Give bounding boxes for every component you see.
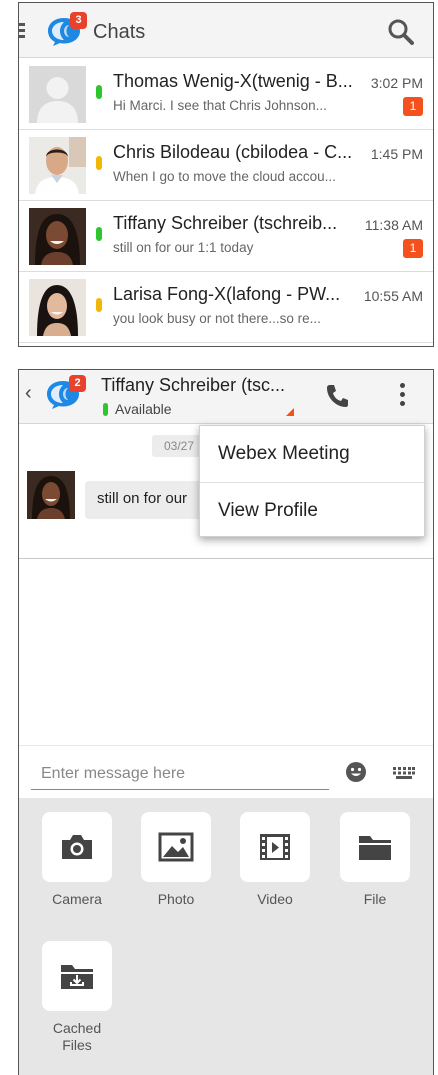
divider bbox=[19, 558, 433, 559]
notification-badge: 2 bbox=[69, 375, 86, 392]
chat-list: Thomas Wenig-X(twenig - B... Hi Marci. I… bbox=[19, 59, 433, 343]
contact-status: Available bbox=[115, 401, 172, 417]
chats-header: 3 Chats bbox=[19, 3, 433, 58]
conversation-screen: ‹ 2 Tiffany Schreiber (tsc... Available … bbox=[18, 369, 434, 1075]
attachment-panel: Camera Photo Video File Cached Files bbox=[19, 798, 433, 1075]
page-title: Chats bbox=[93, 21, 146, 43]
chat-time: 3:02 PM bbox=[370, 75, 423, 91]
avatar-placeholder bbox=[29, 66, 86, 123]
overflow-dropdown-menu: Webex Meeting View Profile bbox=[199, 425, 425, 537]
avatar-photo bbox=[29, 137, 86, 194]
overflow-menu-icon[interactable] bbox=[397, 383, 407, 411]
chat-preview: Hi Marci. I see that Chris Johnson... bbox=[113, 98, 327, 113]
video-icon bbox=[240, 812, 310, 882]
chat-row-tiffany[interactable]: Tiffany Schreiber (tschreib... still on … bbox=[19, 201, 433, 272]
notification-badge: 3 bbox=[70, 12, 87, 29]
attach-photo-button[interactable]: Photo bbox=[140, 812, 212, 908]
attach-video-button[interactable]: Video bbox=[239, 812, 311, 908]
message-composer bbox=[19, 745, 433, 798]
presence-indicator bbox=[96, 156, 102, 170]
unread-badge: 1 bbox=[403, 97, 423, 116]
attach-label: File bbox=[363, 891, 387, 907]
chat-name: Thomas Wenig-X(twenig - B... bbox=[113, 71, 353, 91]
back-chevron-icon[interactable]: ‹ bbox=[25, 382, 32, 405]
attach-cached-files-button[interactable]: Cached Files bbox=[41, 941, 113, 1054]
chat-preview: When I go to move the cloud accou... bbox=[113, 169, 336, 184]
avatar-photo bbox=[27, 471, 75, 519]
chat-preview: you look busy or not there...so re... bbox=[113, 311, 321, 326]
attach-label: Camera bbox=[52, 891, 102, 907]
phone-icon[interactable] bbox=[325, 383, 349, 409]
message-input[interactable] bbox=[31, 758, 329, 790]
conversation-header: ‹ 2 Tiffany Schreiber (tsc... Available bbox=[19, 370, 433, 424]
app-logo-icon: 3 bbox=[47, 12, 87, 46]
menu-item-webex-meeting[interactable]: Webex Meeting bbox=[200, 426, 424, 482]
avatar-photo bbox=[29, 279, 86, 336]
corner-indicator bbox=[286, 408, 294, 416]
chat-time: 11:38 AM bbox=[364, 217, 423, 233]
search-icon[interactable] bbox=[387, 18, 415, 46]
attach-camera-button[interactable]: Camera bbox=[41, 812, 113, 908]
photo-icon bbox=[141, 812, 211, 882]
unread-badge: 1 bbox=[403, 239, 423, 258]
presence-indicator bbox=[96, 85, 102, 99]
chat-row-thomas[interactable]: Thomas Wenig-X(twenig - B... Hi Marci. I… bbox=[19, 59, 433, 130]
chat-row-chris[interactable]: Chris Bilodeau (cbilodea - C... When I g… bbox=[19, 130, 433, 201]
presence-indicator bbox=[103, 403, 108, 416]
camera-icon bbox=[42, 812, 112, 882]
app-logo-icon: 2 bbox=[46, 375, 86, 409]
chat-row-larisa[interactable]: Larisa Fong-X(lafong - PW... you look bu… bbox=[19, 272, 433, 343]
attach-label: Cached Files bbox=[52, 1020, 102, 1053]
attach-label: Video bbox=[257, 891, 293, 907]
keyboard-icon[interactable] bbox=[393, 766, 415, 779]
attach-label: Photo bbox=[157, 891, 195, 907]
chat-name: Larisa Fong-X(lafong - PW... bbox=[113, 284, 341, 304]
attach-file-button[interactable]: File bbox=[339, 812, 411, 908]
menu-item-view-profile[interactable]: View Profile bbox=[200, 482, 424, 538]
menu-icon[interactable] bbox=[19, 23, 29, 39]
chat-name: Chris Bilodeau (cbilodea - C... bbox=[113, 142, 353, 162]
presence-indicator bbox=[96, 298, 102, 312]
chat-time: 10:55 AM bbox=[363, 288, 423, 304]
folder-icon bbox=[340, 812, 410, 882]
contact-name[interactable]: Tiffany Schreiber (tsc... bbox=[101, 375, 285, 396]
avatar-photo bbox=[29, 208, 86, 265]
chat-time: 1:45 PM bbox=[370, 146, 423, 162]
smiley-icon[interactable] bbox=[346, 762, 366, 782]
presence-indicator bbox=[96, 227, 102, 241]
cached-files-icon bbox=[42, 941, 112, 1011]
chats-screen: 3 Chats Thomas Wenig-X(twenig - B... Hi … bbox=[18, 2, 434, 347]
chat-preview: still on for our 1:1 today bbox=[113, 240, 254, 255]
chat-name: Tiffany Schreiber (tschreib... bbox=[113, 213, 338, 233]
